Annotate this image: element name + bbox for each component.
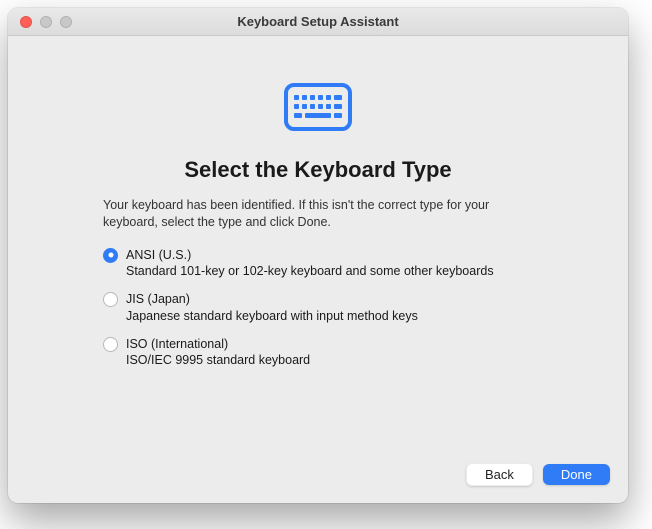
window-title: Keyboard Setup Assistant xyxy=(8,14,628,29)
keyboard-type-options: ANSI (U.S.) Standard 101-key or 102-key … xyxy=(103,247,533,369)
option-sublabel: Standard 101-key or 102-key keyboard and… xyxy=(126,263,494,279)
maximize-icon xyxy=(60,16,72,28)
radio-ansi[interactable] xyxy=(103,248,118,263)
radio-iso[interactable] xyxy=(103,337,118,352)
page-title: Select the Keyboard Type xyxy=(184,157,451,183)
option-label: ISO (International) xyxy=(126,336,310,352)
option-sublabel: Japanese standard keyboard with input me… xyxy=(126,308,418,324)
traffic-lights xyxy=(8,16,72,28)
back-button[interactable]: Back xyxy=(466,463,533,486)
option-label: ANSI (U.S.) xyxy=(126,247,494,263)
option-jis[interactable]: JIS (Japan) Japanese standard keyboard w… xyxy=(103,291,533,324)
option-iso[interactable]: ISO (International) ISO/IEC 9995 standar… xyxy=(103,336,533,369)
window: Keyboard Setup Assistant xyxy=(8,8,628,503)
description-text: Your keyboard has been identified. If th… xyxy=(103,197,533,231)
footer: Back Done xyxy=(8,445,628,503)
titlebar: Keyboard Setup Assistant xyxy=(8,8,628,36)
minimize-icon xyxy=(40,16,52,28)
done-button[interactable]: Done xyxy=(543,464,610,485)
option-sublabel: ISO/IEC 9995 standard keyboard xyxy=(126,352,310,368)
radio-jis[interactable] xyxy=(103,292,118,307)
keyboard-icon xyxy=(283,82,353,137)
option-ansi[interactable]: ANSI (U.S.) Standard 101-key or 102-key … xyxy=(103,247,533,280)
option-label: JIS (Japan) xyxy=(126,291,418,307)
content-area: Select the Keyboard Type Your keyboard h… xyxy=(8,36,628,445)
close-icon[interactable] xyxy=(20,16,32,28)
